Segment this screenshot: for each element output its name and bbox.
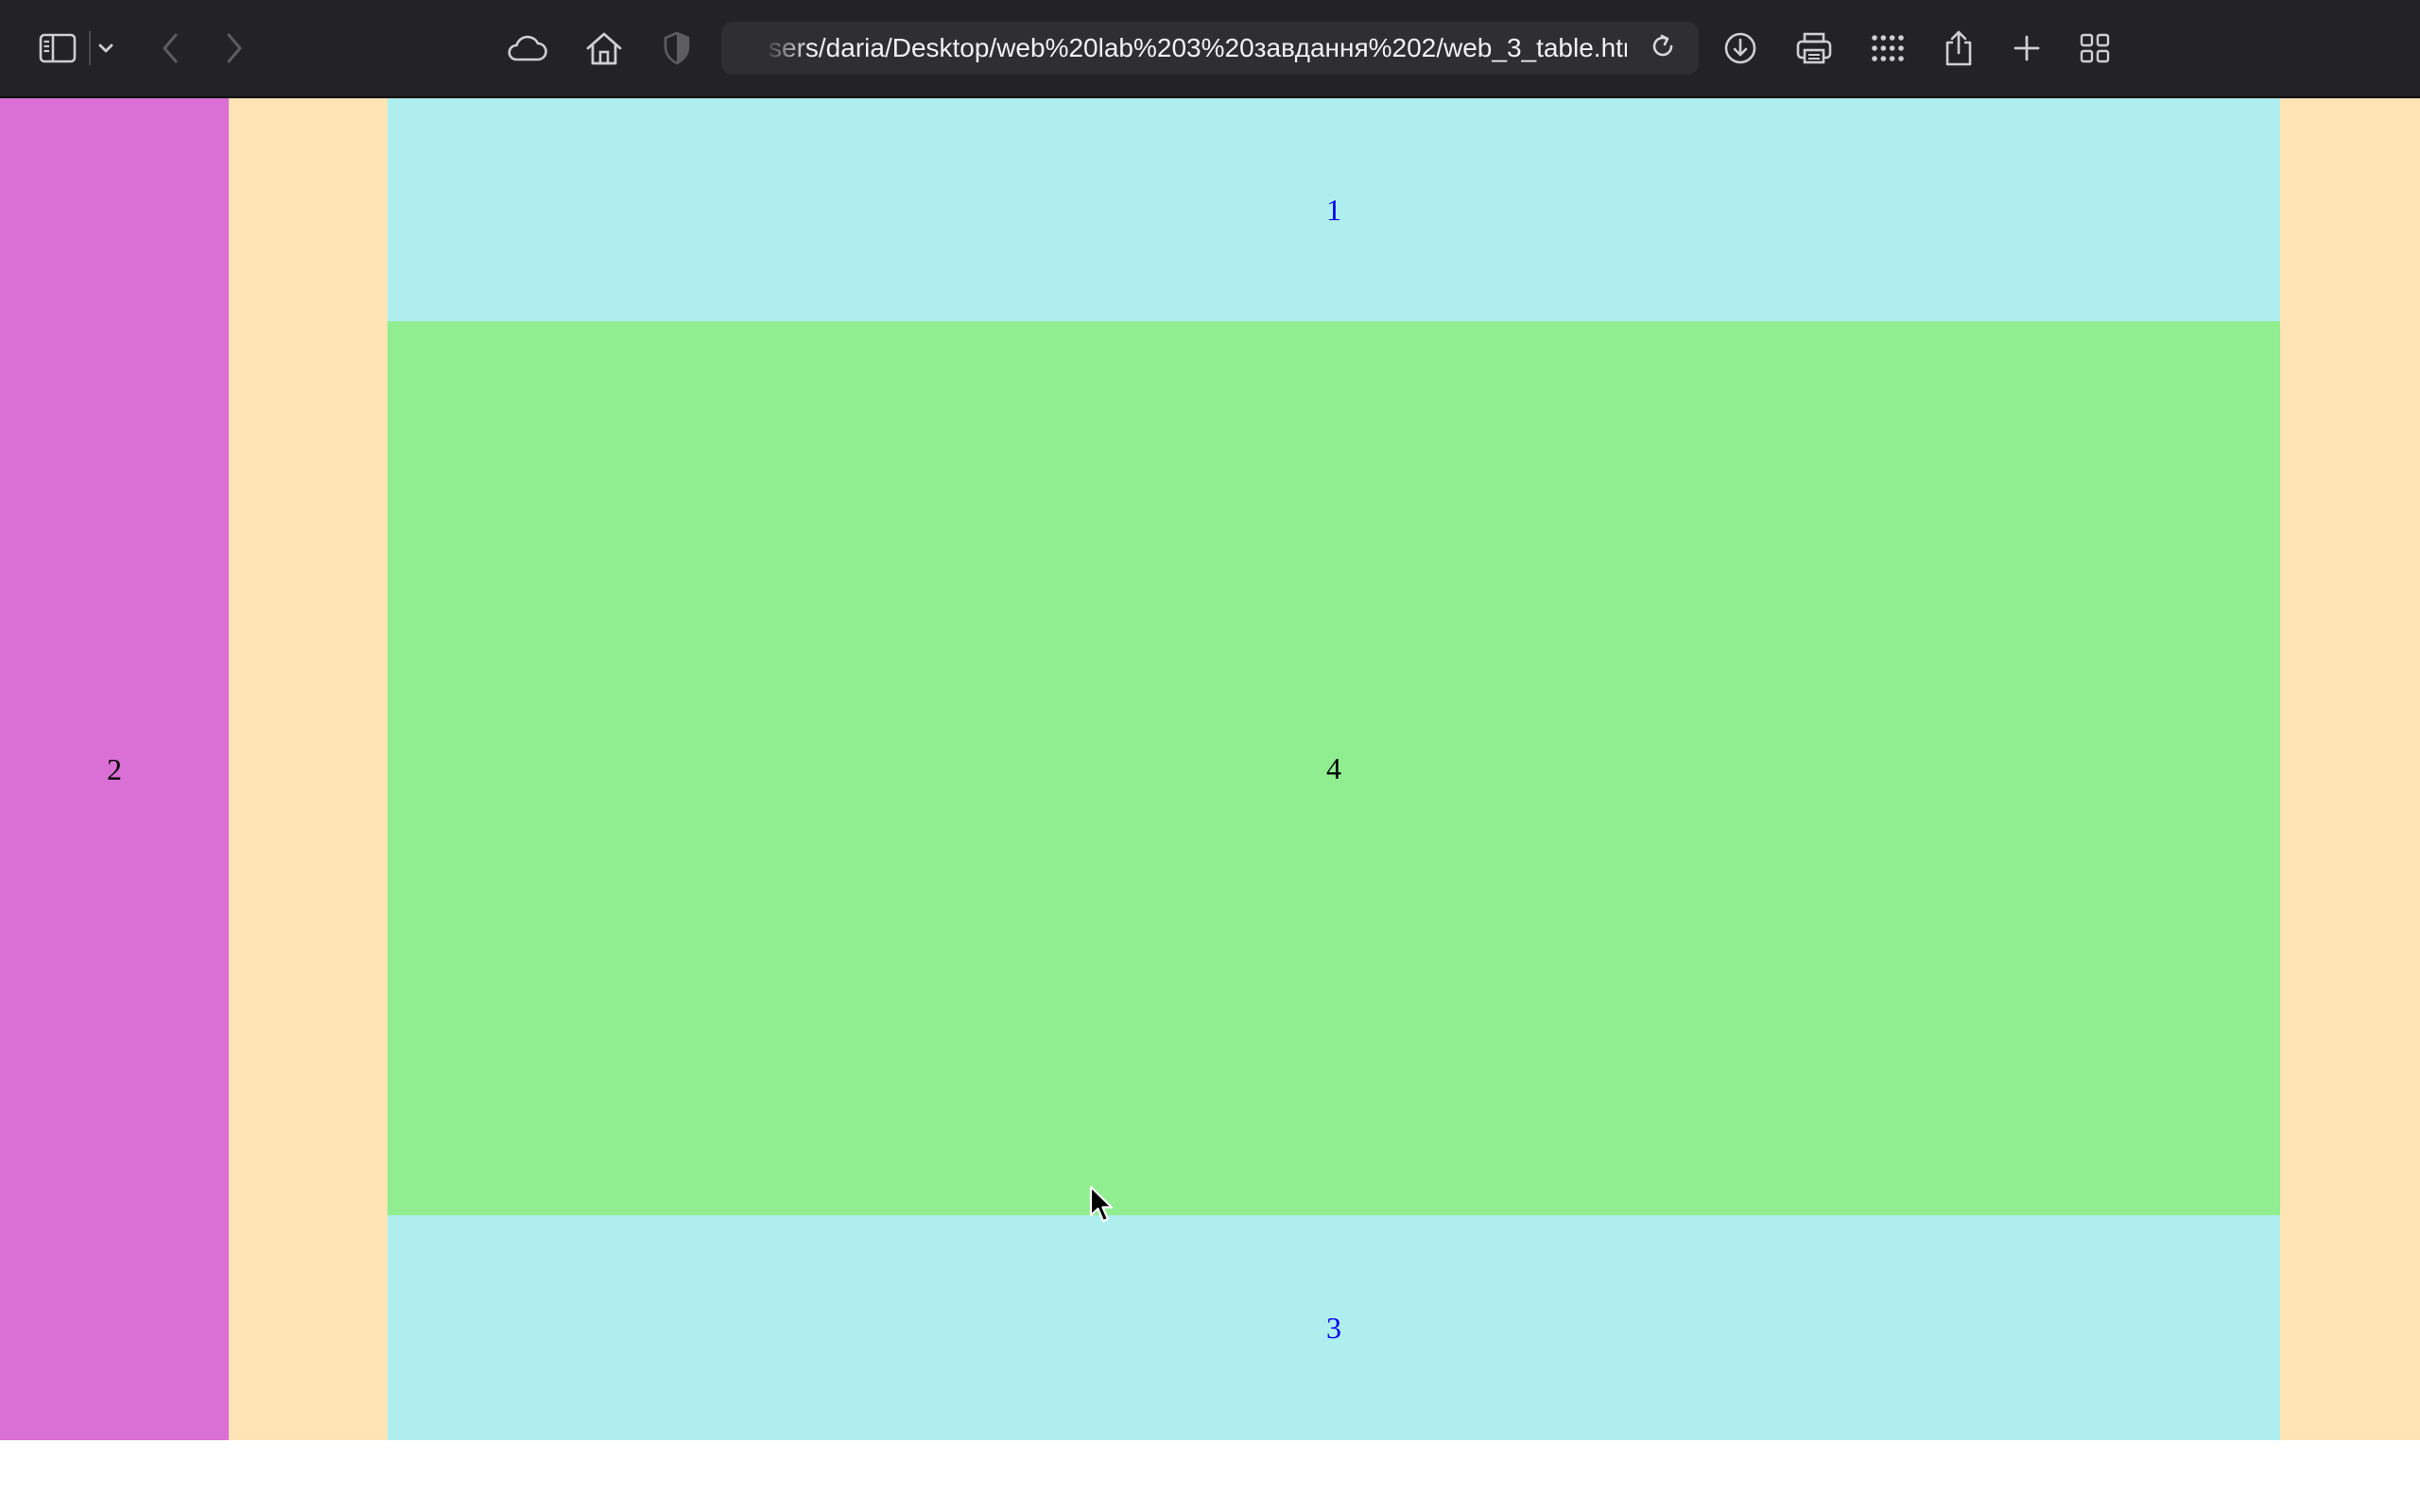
back-button[interactable] xyxy=(153,20,187,77)
sidebar-icon xyxy=(39,33,77,63)
address-bar[interactable]: sers/daria/Desktop/web%20lab%203%20завда… xyxy=(721,22,1699,75)
sidebar-menu-button[interactable] xyxy=(93,20,119,77)
cell-label-2: 2 xyxy=(107,751,122,786)
share-button[interactable] xyxy=(1940,20,1978,77)
chevron-down-icon xyxy=(97,43,114,54)
apps-grid-icon xyxy=(1871,34,1905,62)
icloud-tabs-button[interactable] xyxy=(503,20,550,77)
url-text[interactable]: sers/daria/Desktop/web%20lab%203%20завда… xyxy=(769,22,1627,75)
downloads-button[interactable] xyxy=(1720,20,1760,77)
reload-icon xyxy=(1650,33,1676,64)
table-padding-left xyxy=(229,98,388,1440)
browser-toolbar: sers/daria/Desktop/web%20lab%203%20завда… xyxy=(0,0,2420,98)
print-icon xyxy=(1795,31,1833,65)
forward-button[interactable] xyxy=(217,20,251,77)
toolbar-divider xyxy=(89,31,91,65)
new-tab-button[interactable] xyxy=(2008,20,2046,77)
back-arrow-icon xyxy=(161,32,180,64)
table-cell-bottom: 3 xyxy=(388,1215,2280,1440)
sidebar-toggle-button[interactable] xyxy=(34,20,81,77)
apps-button[interactable] xyxy=(1866,20,1910,77)
browser-window: sers/daria/Desktop/web%20lab%203%20завда… xyxy=(0,0,2420,1512)
print-button[interactable] xyxy=(1790,20,1838,77)
cell-link-1[interactable]: 1 xyxy=(1326,193,1341,228)
privacy-report-button[interactable] xyxy=(660,20,694,77)
cloud-icon xyxy=(505,34,548,62)
table-padding-right xyxy=(2280,98,2420,1440)
home-icon xyxy=(585,30,623,66)
share-icon xyxy=(1944,29,1974,67)
url-fade xyxy=(721,22,811,75)
home-button[interactable] xyxy=(580,20,628,77)
cell-link-3[interactable]: 3 xyxy=(1326,1311,1341,1346)
download-icon xyxy=(1723,31,1757,65)
cell-label-4: 4 xyxy=(1326,750,1341,785)
reload-button[interactable] xyxy=(1636,22,1689,75)
web-page-content: 2 1 4 3 xyxy=(0,98,2420,1440)
forward-arrow-icon xyxy=(225,32,244,64)
table-cell-top: 1 xyxy=(388,98,2280,321)
plus-icon xyxy=(2013,34,2041,62)
tab-overview-button[interactable] xyxy=(2076,20,2114,77)
shield-icon xyxy=(663,31,691,65)
table-cell-center: 4 xyxy=(388,321,2280,1215)
table-cell-left: 2 xyxy=(0,98,229,1440)
tab-overview-icon xyxy=(2080,33,2110,63)
